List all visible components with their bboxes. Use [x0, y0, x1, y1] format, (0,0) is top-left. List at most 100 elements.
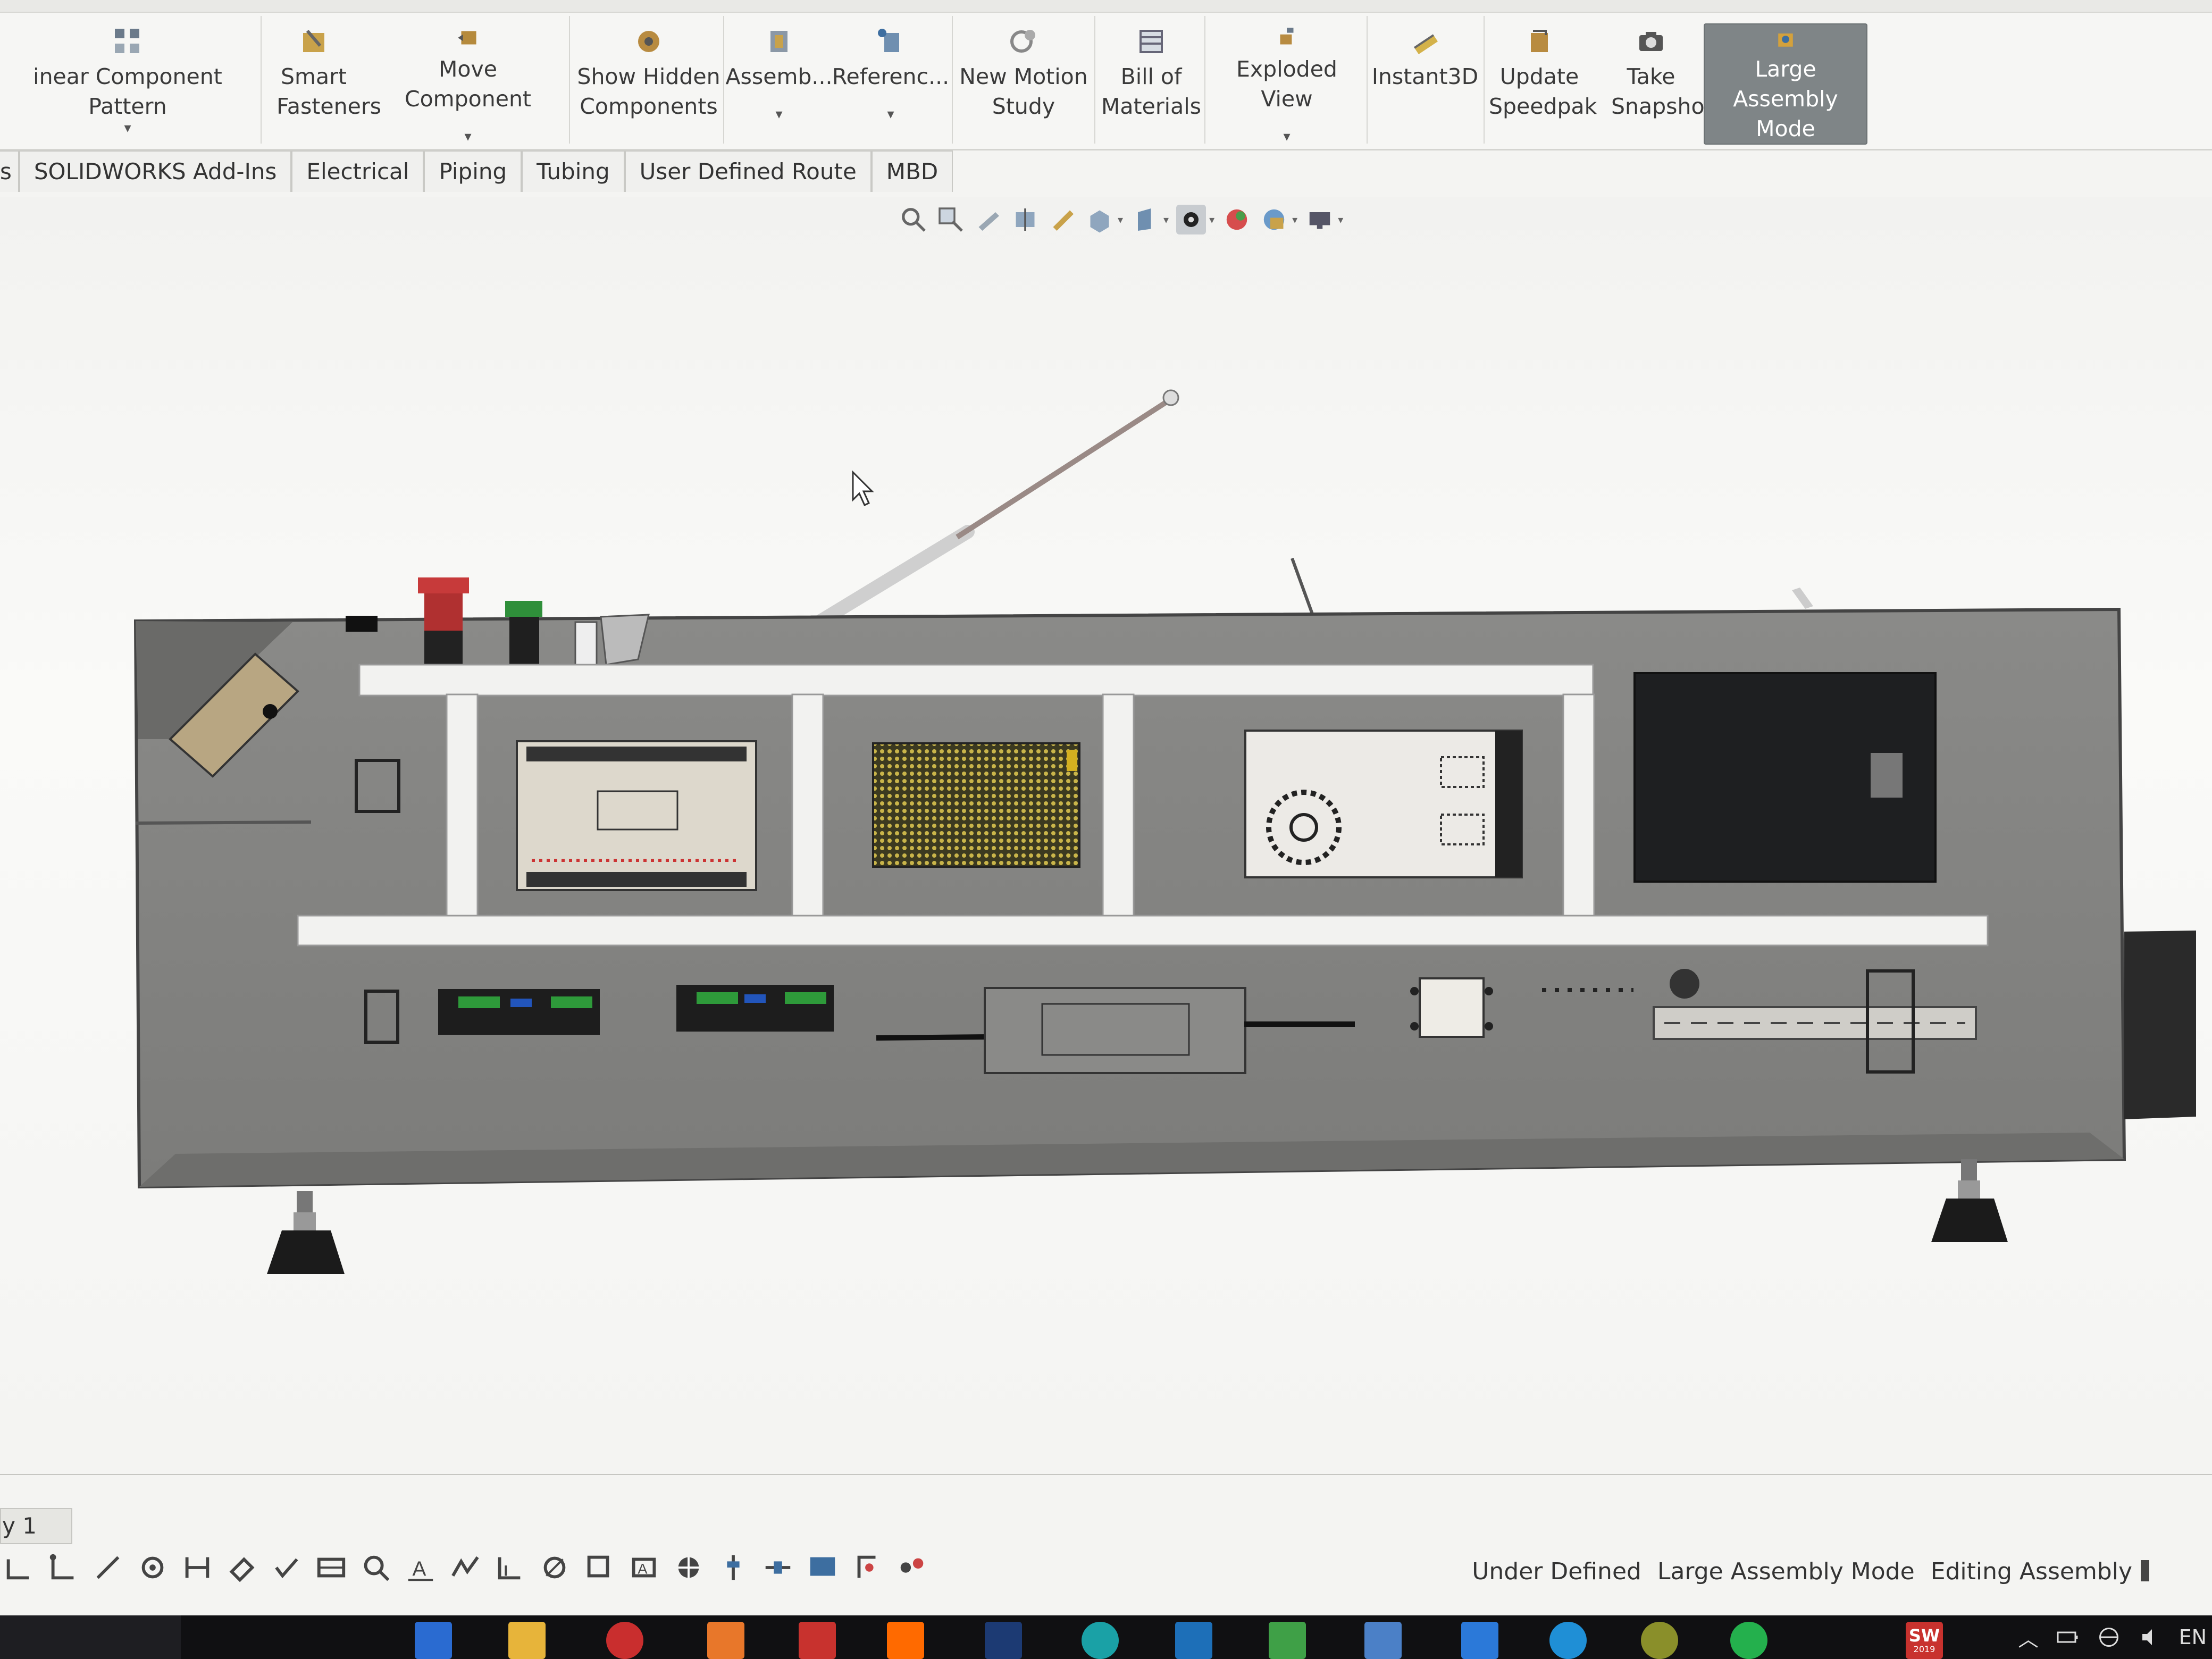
- view-settings-icon[interactable]: [1305, 205, 1335, 234]
- mate-reference-icon[interactable]: [717, 1551, 750, 1584]
- smart-dimension-icon[interactable]: [181, 1551, 214, 1584]
- trim-entities-icon[interactable]: [225, 1551, 258, 1584]
- distance-mate-icon[interactable]: [761, 1551, 794, 1584]
- small-handle[interactable]: [1792, 588, 1813, 609]
- note-tool-icon[interactable]: A: [404, 1551, 437, 1584]
- chrome-icon[interactable]: [606, 1622, 643, 1659]
- weld-symbol-icon[interactable]: [583, 1551, 616, 1584]
- dynamic-annotation-icon[interactable]: [1048, 205, 1077, 234]
- chevron-down-icon[interactable]: ▾: [775, 107, 782, 121]
- plc-controller[interactable]: [516, 740, 757, 891]
- display-tool-icon[interactable]: [806, 1551, 839, 1584]
- inspect-tool-icon[interactable]: [359, 1551, 392, 1584]
- chevron-down-icon[interactable]: ▾: [1163, 213, 1169, 226]
- apply-scene-icon[interactable]: [1259, 205, 1289, 234]
- sketch-line-icon[interactable]: [91, 1551, 124, 1584]
- edge-icon[interactable]: [1549, 1622, 1587, 1659]
- illustrator-icon[interactable]: [887, 1622, 924, 1659]
- chevron-down-icon[interactable]: ▾: [1292, 213, 1297, 226]
- todo-icon[interactable]: [1461, 1622, 1498, 1659]
- small-switch[interactable]: [346, 616, 378, 632]
- app-icon[interactable]: [1641, 1622, 1678, 1659]
- tab-user-defined-route[interactable]: User Defined Route: [624, 150, 872, 192]
- line-tool-icon[interactable]: [2, 1551, 35, 1584]
- whatsapp-icon[interactable]: [1730, 1622, 1767, 1659]
- model-tab[interactable]: y 1: [0, 1508, 72, 1544]
- graphics-area[interactable]: [0, 197, 2212, 1468]
- leveling-foot-left[interactable]: [267, 1191, 345, 1274]
- annotation-tool-icon[interactable]: [851, 1551, 884, 1584]
- solidworks-taskbar-icon[interactable]: [799, 1622, 836, 1659]
- tab-solidworks-add-ins[interactable]: SOLIDWORKS Add-Ins: [19, 150, 292, 192]
- chevron-down-icon[interactable]: ▾: [124, 121, 131, 135]
- bill-of-materials-button[interactable]: Bill of Materials: [1101, 21, 1202, 144]
- taskbar-search-area[interactable]: [0, 1615, 181, 1659]
- solidworks-2019-taskbar-button[interactable]: SW 2019: [1906, 1622, 1943, 1659]
- move-component-button[interactable]: Move Component ▾: [372, 21, 564, 144]
- fan-power-supply[interactable]: [1244, 730, 1523, 878]
- edit-appearance-icon[interactable]: [1222, 205, 1252, 234]
- stepper-driver-1[interactable]: [438, 989, 600, 1035]
- center-mark-icon[interactable]: [672, 1551, 705, 1584]
- telescopic-rod[interactable]: [812, 389, 1179, 629]
- tab-tubing[interactable]: Tubing: [522, 150, 625, 192]
- update-speedpak-button[interactable]: Update Speedpak: [1489, 21, 1597, 144]
- hinge-rod[interactable]: [135, 820, 312, 825]
- leveling-foot-right[interactable]: [1931, 1159, 2008, 1242]
- junction-box[interactable]: [1410, 977, 1493, 1038]
- smart-fasteners-button[interactable]: Smart Fasteners: [276, 21, 381, 144]
- check-sketch-icon[interactable]: [270, 1551, 303, 1584]
- chevron-down-icon[interactable]: ▾: [1283, 130, 1290, 144]
- tab-piping[interactable]: Piping: [424, 150, 522, 192]
- zoom-to-fit-icon[interactable]: [899, 205, 928, 234]
- chevron-down-icon[interactable]: ▾: [887, 107, 894, 121]
- calculator-icon[interactable]: [1364, 1622, 1402, 1659]
- battery-icon[interactable]: [2055, 1624, 2080, 1650]
- app-icon[interactable]: [1269, 1622, 1306, 1659]
- corner-rectangle-icon[interactable]: [47, 1551, 80, 1584]
- chevron-down-icon[interactable]: ▾: [1118, 213, 1123, 226]
- geometric-tolerance-icon[interactable]: [538, 1551, 571, 1584]
- app-icon[interactable]: [415, 1622, 452, 1659]
- surface-finish-icon[interactable]: [449, 1551, 482, 1584]
- chevron-down-icon[interactable]: ▾: [464, 130, 471, 144]
- file-explorer-icon[interactable]: [508, 1622, 546, 1659]
- lever-rod[interactable]: [1291, 557, 1315, 618]
- chevron-down-icon[interactable]: ▾: [1338, 213, 1343, 226]
- language-indicator[interactable]: EN: [2179, 1626, 2207, 1649]
- tab-truncated[interactable]: s: [0, 150, 19, 192]
- chevron-down-icon[interactable]: ▾: [1209, 213, 1214, 226]
- exploded-view-button[interactable]: Exploded View ▾: [1210, 21, 1364, 144]
- arduino-icon[interactable]: [1082, 1622, 1119, 1659]
- linear-component-pattern-button[interactable]: inear Component Pattern ▾: [0, 21, 255, 144]
- reference-geometry-button[interactable]: Referenc... ▾: [832, 21, 949, 144]
- volume-icon[interactable]: [2138, 1624, 2163, 1650]
- datum-feature-icon[interactable]: [493, 1551, 526, 1584]
- dark-control-box[interactable]: [1633, 672, 1937, 883]
- mail-icon[interactable]: [1175, 1622, 1212, 1659]
- take-snapshot-button[interactable]: Take Snapshot: [1601, 21, 1713, 144]
- show-hidden-components-button[interactable]: Show Hidden Components: [577, 21, 720, 144]
- section-view-icon[interactable]: [1010, 205, 1040, 234]
- view-orientation-icon[interactable]: [1085, 205, 1115, 234]
- tab-mbd[interactable]: MBD: [871, 150, 953, 192]
- power-supply-grille[interactable]: [872, 742, 1080, 868]
- previous-view-icon[interactable]: [973, 205, 1003, 234]
- point-tool-icon[interactable]: [136, 1551, 169, 1584]
- leader-tool-icon[interactable]: [895, 1551, 928, 1584]
- hide-show-items-icon[interactable]: [1176, 205, 1206, 234]
- cable-gland[interactable]: [1670, 969, 1699, 999]
- instant3d-button[interactable]: Instant3D: [1372, 21, 1478, 144]
- photoshop-icon[interactable]: [985, 1622, 1022, 1659]
- stepper-driver-2[interactable]: [676, 985, 834, 1032]
- block-tool-icon[interactable]: A: [627, 1551, 660, 1584]
- assembly-features-button[interactable]: Assemb... ▾: [725, 21, 833, 144]
- firefox-icon[interactable]: [707, 1622, 744, 1659]
- new-motion-study-button[interactable]: New Motion Study: [957, 21, 1090, 144]
- table-tool-icon[interactable]: [315, 1551, 348, 1584]
- tab-electrical[interactable]: Electrical: [291, 150, 424, 192]
- chevron-up-icon[interactable]: ︿: [2018, 1623, 2039, 1652]
- side-connector-box[interactable]: [2124, 931, 2196, 1119]
- display-style-icon[interactable]: [1130, 205, 1160, 234]
- network-globe-icon[interactable]: [2096, 1624, 2122, 1650]
